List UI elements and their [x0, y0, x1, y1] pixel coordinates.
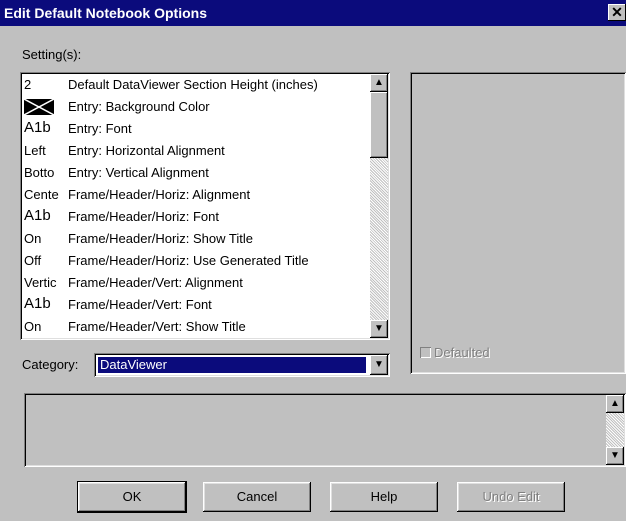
list-item[interactable]: A1b Entry: Font: [22, 118, 366, 140]
description-scrollbar[interactable]: ▲ ▼: [606, 395, 624, 465]
category-value[interactable]: DataViewer: [97, 356, 367, 374]
list-item[interactable]: Off Frame/Header/Horiz: Use Generated Tit…: [22, 250, 366, 272]
setting-value: 2: [24, 77, 32, 92]
list-item[interactable]: Botto Entry: Vertical Alignment: [22, 162, 366, 184]
setting-value: A1b: [24, 207, 51, 224]
settings-label: Setting(s):: [22, 47, 82, 62]
setting-value: A1b: [24, 119, 51, 136]
list-item[interactable]: A1b Frame/Header/Vert: Font: [22, 294, 366, 316]
setting-name: Frame/Header/Horiz: Show Title: [68, 231, 253, 246]
settings-scrollbar[interactable]: ▲ ▼: [370, 74, 388, 338]
setting-name: Entry: Horizontal Alignment: [68, 143, 225, 158]
setting-value: Vertic: [24, 275, 57, 290]
setting-value: Botto: [24, 165, 55, 180]
list-item[interactable]: Cente Frame/Header/Horiz: Alignment: [22, 184, 366, 206]
setting-name: Entry: Font: [68, 121, 132, 136]
undo-edit-button: Undo Edit: [457, 482, 565, 512]
cancel-button[interactable]: Cancel: [203, 482, 311, 512]
setting-value: Off: [24, 253, 42, 268]
setting-value: Cente: [24, 187, 59, 202]
setting-name: Frame/Header/Horiz: Alignment: [68, 187, 251, 202]
help-button[interactable]: Help: [330, 482, 438, 512]
window-title: Edit Default Notebook Options: [4, 5, 207, 21]
list-item[interactable]: Left Entry: Horizontal Alignment: [22, 140, 366, 162]
desc-scroll-track[interactable]: [606, 413, 624, 447]
title-bar: Edit Default Notebook Options ✕: [0, 0, 626, 26]
list-item[interactable]: A1b Frame/Header/Horiz: Font: [22, 206, 366, 228]
setting-name: Entry: Vertical Alignment: [68, 165, 209, 180]
setting-value: On: [24, 231, 42, 246]
setting-value: Left: [24, 143, 46, 158]
list-item[interactable]: 2 Default DataViewer Section Height (inch…: [22, 74, 366, 96]
setting-name: Frame/Header/Horiz: Use Generated Title: [68, 253, 309, 268]
setting-value: On: [24, 319, 42, 334]
defaulted-label: Defaulted: [434, 345, 490, 360]
ok-button[interactable]: OK: [78, 482, 186, 512]
setting-name: Default DataViewer Section Height (inche…: [68, 77, 318, 92]
description-box: ▲ ▼: [24, 393, 626, 467]
category-select[interactable]: DataViewer ▼: [94, 353, 390, 377]
chevron-down-icon[interactable]: ▼: [370, 355, 388, 375]
setting-name: Frame/Header/Horiz: Font: [68, 209, 219, 224]
list-item[interactable]: On Frame/Header/Vert: Show Title: [22, 316, 366, 338]
desc-scroll-down-button[interactable]: ▼: [606, 447, 624, 465]
desc-scroll-up-button[interactable]: ▲: [606, 395, 624, 413]
preview-panel: [410, 72, 626, 374]
list-item[interactable]: Entry: Background Color: [22, 96, 366, 118]
setting-name: Frame/Header/Vert: Show Title: [68, 319, 246, 334]
settings-listbox[interactable]: 2 Default DataViewer Section Height (inch…: [20, 72, 390, 340]
setting-name: Frame/Header/Vert: Alignment: [68, 275, 243, 290]
color-swatch-icon: [23, 98, 55, 116]
list-item[interactable]: On Frame/Header/Horiz: Show Title: [22, 228, 366, 250]
category-label: Category:: [22, 357, 79, 372]
defaulted-checkbox[interactable]: [420, 347, 431, 358]
scroll-down-button[interactable]: ▼: [370, 320, 388, 338]
setting-name: Frame/Header/Vert: Font: [68, 297, 212, 312]
setting-name: Entry: Background Color: [68, 99, 210, 114]
scroll-up-button[interactable]: ▲: [370, 74, 388, 92]
setting-value: A1b: [24, 295, 51, 312]
list-item[interactable]: Vertic Frame/Header/Vert: Alignment: [22, 272, 366, 294]
scroll-thumb[interactable]: [370, 92, 388, 158]
close-icon[interactable]: ✕: [608, 4, 626, 21]
